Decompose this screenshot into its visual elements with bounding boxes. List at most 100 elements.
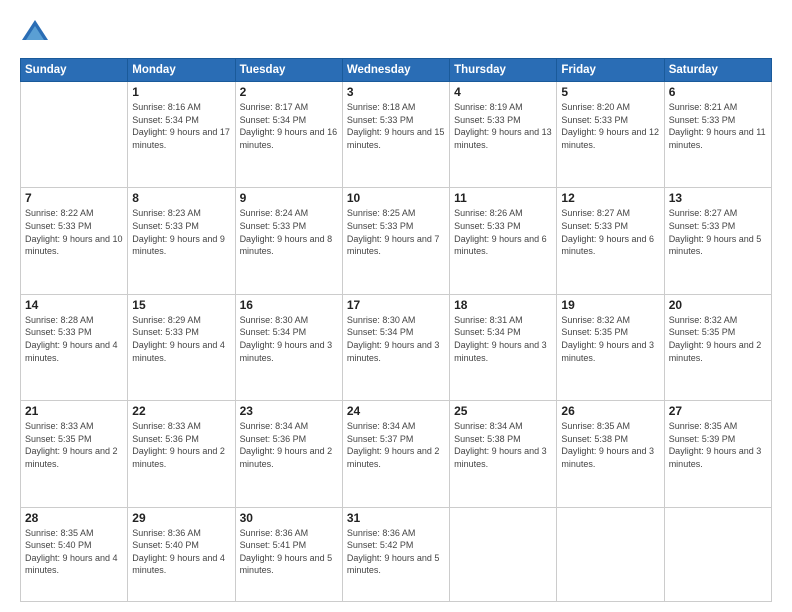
calendar-cell: 11 Sunrise: 8:26 AMSunset: 5:33 PMDayligh… [450, 188, 557, 294]
calendar-cell: 26Sunrise: 8:35 AMSunset: 5:38 PMDayligh… [557, 401, 664, 507]
weekday-header: Sunday [21, 59, 128, 82]
calendar-cell: 6 Sunrise: 8:21 AMSunset: 5:33 PMDaylight… [664, 82, 771, 188]
day-number: 11 [454, 191, 552, 205]
day-number: 21 [25, 404, 123, 418]
day-number: 4 [454, 85, 552, 99]
day-number: 12 [561, 191, 659, 205]
calendar-cell: 29 Sunrise: 8:36 AMSunset: 5:40 PMDayligh… [128, 507, 235, 601]
calendar-cell: 31 Sunrise: 8:36 AMSunset: 5:42 PMDayligh… [342, 507, 449, 601]
day-info: Sunrise: 8:32 AMSunset: 5:35 PMDaylight:… [561, 314, 659, 364]
day-info: Sunrise: 8:34 AMSunset: 5:38 PMDaylight:… [454, 420, 552, 470]
calendar-cell: 3 Sunrise: 8:18 AMSunset: 5:33 PMDaylight… [342, 82, 449, 188]
day-number: 22 [132, 404, 230, 418]
calendar-cell: 13Sunrise: 8:27 AMSunset: 5:33 PMDayligh… [664, 188, 771, 294]
weekday-header: Monday [128, 59, 235, 82]
day-info: Sunrise: 8:27 AMSunset: 5:33 PMDaylight:… [669, 207, 767, 257]
day-info: Sunrise: 8:28 AMSunset: 5:33 PMDaylight:… [25, 314, 123, 364]
calendar-cell: 27 Sunrise: 8:35 AMSunset: 5:39 PMDayligh… [664, 401, 771, 507]
weekday-header-row: SundayMondayTuesdayWednesdayThursdayFrid… [21, 59, 772, 82]
weekday-header: Thursday [450, 59, 557, 82]
calendar-cell: 25 Sunrise: 8:34 AMSunset: 5:38 PMDayligh… [450, 401, 557, 507]
calendar-week-row: 1Sunrise: 8:16 AMSunset: 5:34 PMDaylight… [21, 82, 772, 188]
calendar-cell: 2 Sunrise: 8:17 AMSunset: 5:34 PMDaylight… [235, 82, 342, 188]
day-info: Sunrise: 8:17 AMSunset: 5:34 PMDaylight:… [240, 101, 338, 151]
day-info: Sunrise: 8:34 AMSunset: 5:37 PMDaylight:… [347, 420, 445, 470]
calendar-cell: 30 Sunrise: 8:36 AMSunset: 5:41 PMDayligh… [235, 507, 342, 601]
day-info: Sunrise: 8:31 AMSunset: 5:34 PMDaylight:… [454, 314, 552, 364]
day-info: Sunrise: 8:34 AMSunset: 5:36 PMDaylight:… [240, 420, 338, 470]
day-number: 2 [240, 85, 338, 99]
day-number: 14 [25, 298, 123, 312]
day-number: 23 [240, 404, 338, 418]
day-info: Sunrise: 8:16 AMSunset: 5:34 PMDaylight:… [132, 101, 230, 151]
calendar-cell: 9 Sunrise: 8:24 AMSunset: 5:33 PMDaylight… [235, 188, 342, 294]
day-info: Sunrise: 8:32 AMSunset: 5:35 PMDaylight:… [669, 314, 767, 364]
calendar-cell: 4 Sunrise: 8:19 AMSunset: 5:33 PMDaylight… [450, 82, 557, 188]
day-info: Sunrise: 8:36 AMSunset: 5:42 PMDaylight:… [347, 527, 445, 577]
day-number: 24 [347, 404, 445, 418]
day-number: 3 [347, 85, 445, 99]
calendar-cell: 17Sunrise: 8:30 AMSunset: 5:34 PMDayligh… [342, 294, 449, 400]
calendar-week-row: 7Sunrise: 8:22 AMSunset: 5:33 PMDaylight… [21, 188, 772, 294]
day-number: 8 [132, 191, 230, 205]
day-info: Sunrise: 8:29 AMSunset: 5:33 PMDaylight:… [132, 314, 230, 364]
calendar-week-row: 28 Sunrise: 8:35 AMSunset: 5:40 PMDayligh… [21, 507, 772, 601]
weekday-header: Wednesday [342, 59, 449, 82]
calendar-cell: 5 Sunrise: 8:20 AMSunset: 5:33 PMDaylight… [557, 82, 664, 188]
day-info: Sunrise: 8:21 AMSunset: 5:33 PMDaylight:… [669, 101, 767, 151]
page: SundayMondayTuesdayWednesdayThursdayFrid… [0, 0, 792, 612]
weekday-header: Friday [557, 59, 664, 82]
day-info: Sunrise: 8:36 AMSunset: 5:41 PMDaylight:… [240, 527, 338, 577]
logo [20, 18, 54, 48]
day-number: 28 [25, 511, 123, 525]
day-number: 17 [347, 298, 445, 312]
day-number: 27 [669, 404, 767, 418]
calendar-cell [557, 507, 664, 601]
header [20, 18, 772, 48]
day-number: 19 [561, 298, 659, 312]
day-info: Sunrise: 8:35 AMSunset: 5:40 PMDaylight:… [25, 527, 123, 577]
day-number: 30 [240, 511, 338, 525]
calendar-cell: 1Sunrise: 8:16 AMSunset: 5:34 PMDaylight… [128, 82, 235, 188]
day-info: Sunrise: 8:18 AMSunset: 5:33 PMDaylight:… [347, 101, 445, 151]
calendar: SundayMondayTuesdayWednesdayThursdayFrid… [20, 58, 772, 602]
calendar-cell: 18 Sunrise: 8:31 AMSunset: 5:34 PMDayligh… [450, 294, 557, 400]
day-number: 18 [454, 298, 552, 312]
calendar-week-row: 21 Sunrise: 8:33 AMSunset: 5:35 PMDayligh… [21, 401, 772, 507]
day-number: 10 [347, 191, 445, 205]
day-info: Sunrise: 8:19 AMSunset: 5:33 PMDaylight:… [454, 101, 552, 151]
day-info: Sunrise: 8:30 AMSunset: 5:34 PMDaylight:… [240, 314, 338, 364]
day-number: 5 [561, 85, 659, 99]
weekday-header: Saturday [664, 59, 771, 82]
calendar-cell: 15Sunrise: 8:29 AMSunset: 5:33 PMDayligh… [128, 294, 235, 400]
calendar-cell: 8Sunrise: 8:23 AMSunset: 5:33 PMDaylight… [128, 188, 235, 294]
logo-icon [20, 18, 50, 48]
day-info: Sunrise: 8:26 AMSunset: 5:33 PMDaylight:… [454, 207, 552, 257]
calendar-cell [664, 507, 771, 601]
day-info: Sunrise: 8:33 AMSunset: 5:36 PMDaylight:… [132, 420, 230, 470]
day-info: Sunrise: 8:24 AMSunset: 5:33 PMDaylight:… [240, 207, 338, 257]
day-number: 25 [454, 404, 552, 418]
day-info: Sunrise: 8:36 AMSunset: 5:40 PMDaylight:… [132, 527, 230, 577]
weekday-header: Tuesday [235, 59, 342, 82]
calendar-week-row: 14 Sunrise: 8:28 AMSunset: 5:33 PMDayligh… [21, 294, 772, 400]
day-number: 29 [132, 511, 230, 525]
calendar-cell: 22 Sunrise: 8:33 AMSunset: 5:36 PMDayligh… [128, 401, 235, 507]
calendar-cell: 14 Sunrise: 8:28 AMSunset: 5:33 PMDayligh… [21, 294, 128, 400]
day-info: Sunrise: 8:33 AMSunset: 5:35 PMDaylight:… [25, 420, 123, 470]
day-number: 6 [669, 85, 767, 99]
day-info: Sunrise: 8:25 AMSunset: 5:33 PMDaylight:… [347, 207, 445, 257]
calendar-cell: 16 Sunrise: 8:30 AMSunset: 5:34 PMDayligh… [235, 294, 342, 400]
calendar-cell: 24 Sunrise: 8:34 AMSunset: 5:37 PMDayligh… [342, 401, 449, 507]
day-number: 16 [240, 298, 338, 312]
day-number: 26 [561, 404, 659, 418]
day-info: Sunrise: 8:20 AMSunset: 5:33 PMDaylight:… [561, 101, 659, 151]
calendar-cell: 7Sunrise: 8:22 AMSunset: 5:33 PMDaylight… [21, 188, 128, 294]
calendar-cell: 19 Sunrise: 8:32 AMSunset: 5:35 PMDayligh… [557, 294, 664, 400]
day-number: 9 [240, 191, 338, 205]
day-info: Sunrise: 8:22 AMSunset: 5:33 PMDaylight:… [25, 207, 123, 257]
day-info: Sunrise: 8:35 AMSunset: 5:39 PMDaylight:… [669, 420, 767, 470]
calendar-cell [450, 507, 557, 601]
calendar-cell: 23 Sunrise: 8:34 AMSunset: 5:36 PMDayligh… [235, 401, 342, 507]
day-number: 31 [347, 511, 445, 525]
